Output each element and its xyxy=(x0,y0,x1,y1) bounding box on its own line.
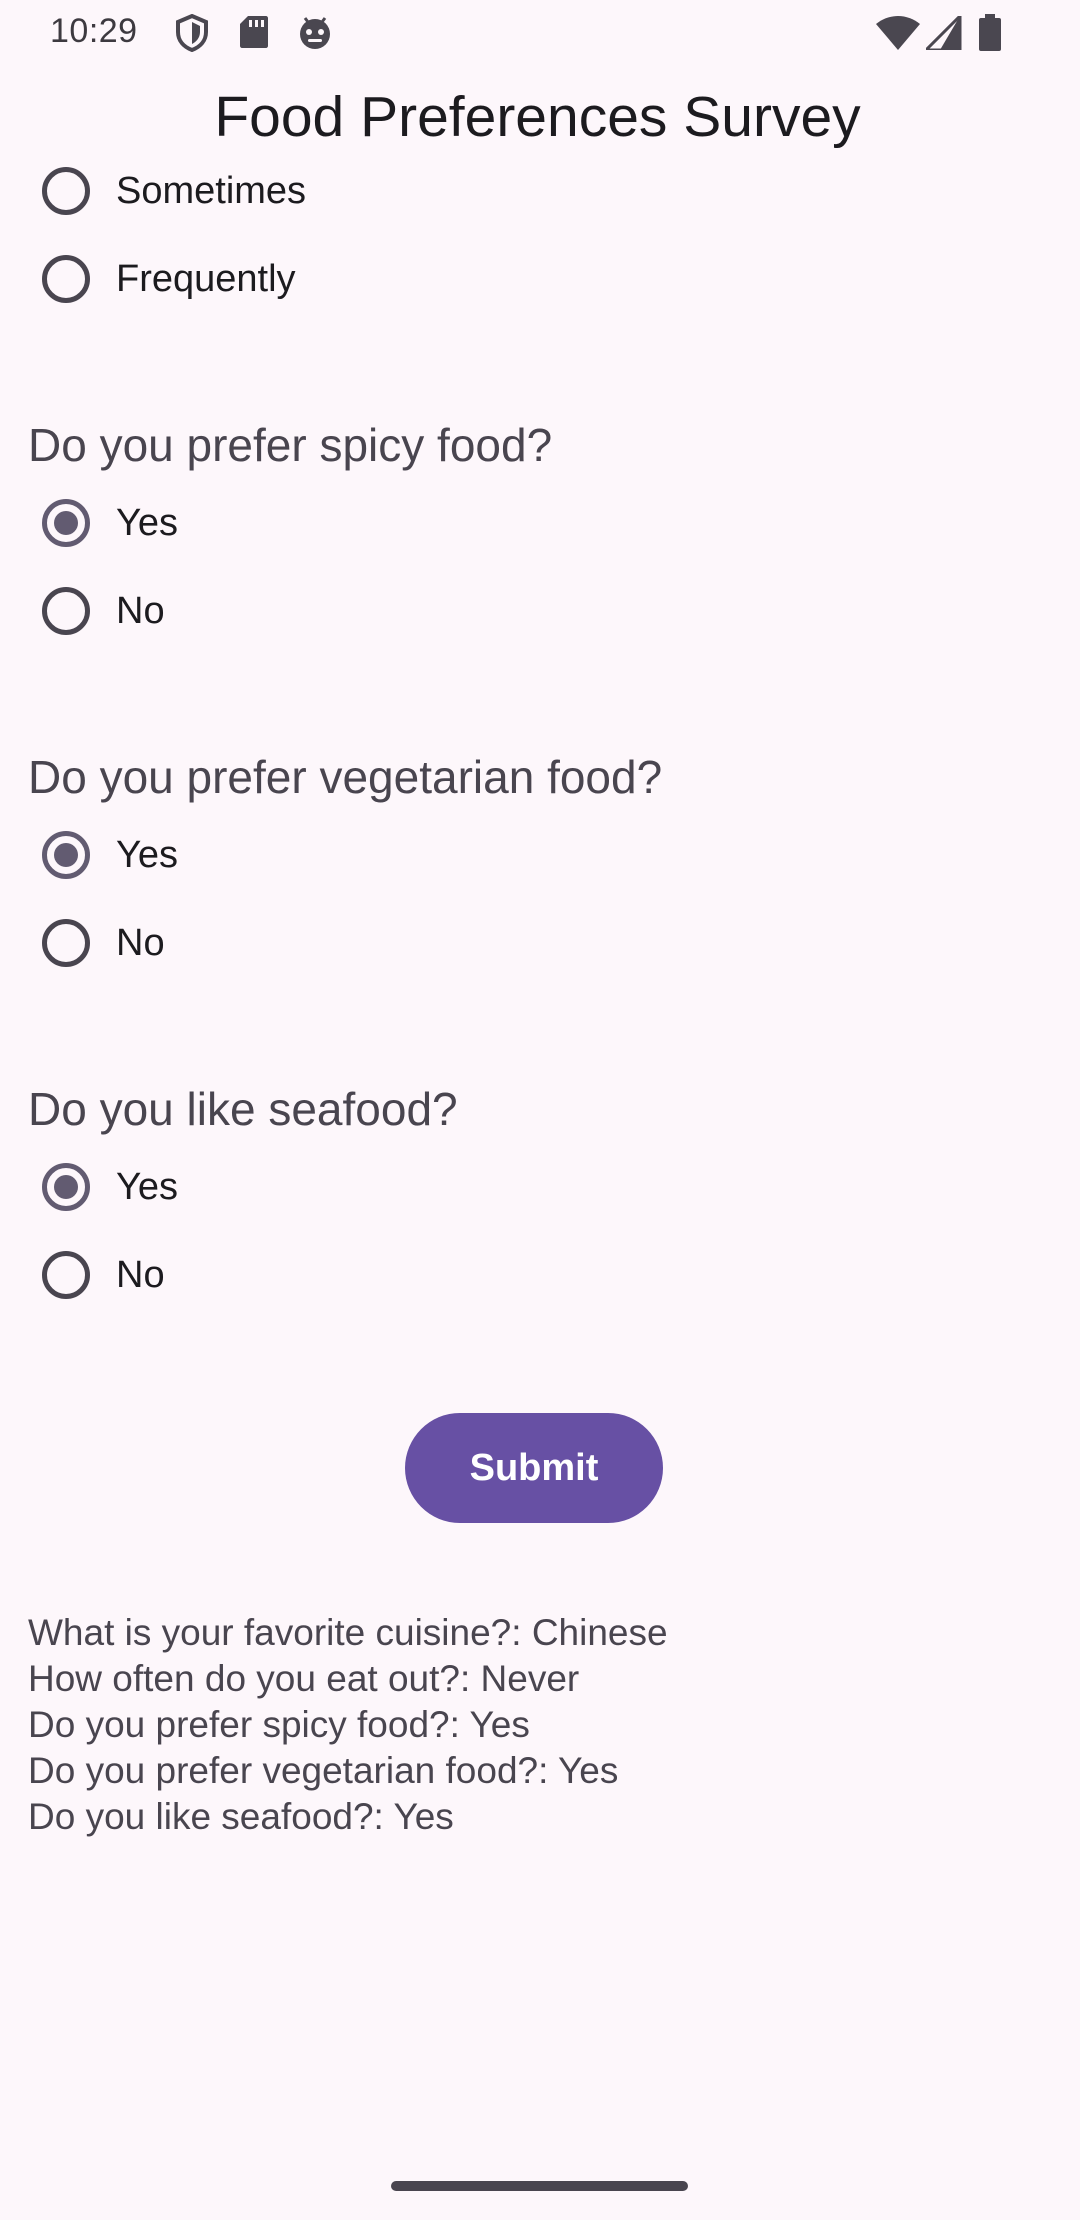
question-vegetarian: Do you prefer vegetarian food? xyxy=(28,751,663,803)
radio-button-selected[interactable] xyxy=(42,499,90,547)
option-label: Yes xyxy=(116,1165,178,1208)
radio-button[interactable] xyxy=(42,167,90,215)
android-debug-icon xyxy=(296,14,334,57)
radio-button[interactable] xyxy=(42,919,90,967)
result-line: Do you prefer spicy food?: Yes xyxy=(28,1704,530,1745)
survey-results: What is your favorite cuisine?: Chinese … xyxy=(28,1610,668,1840)
option-label: No xyxy=(116,1253,165,1296)
cell-signal-icon xyxy=(922,12,962,55)
option-frequently[interactable]: Frequently xyxy=(42,249,296,309)
submit-button[interactable]: Submit xyxy=(405,1413,663,1523)
question-spicy: Do you prefer spicy food? xyxy=(28,419,553,471)
radio-button-selected[interactable] xyxy=(42,1163,90,1211)
option-label: Sometimes xyxy=(116,169,307,212)
result-line: How often do you eat out?: Never xyxy=(28,1658,580,1699)
radio-button-selected[interactable] xyxy=(42,831,90,879)
option-label: Frequently xyxy=(116,257,296,300)
result-line: Do you prefer vegetarian food?: Yes xyxy=(28,1750,619,1791)
option-sometimes[interactable]: Sometimes xyxy=(42,161,306,221)
radio-button[interactable] xyxy=(42,587,90,635)
option-vegetarian-yes[interactable]: Yes xyxy=(42,825,178,885)
question-seafood: Do you like seafood? xyxy=(28,1083,458,1135)
option-vegetarian-no[interactable]: No xyxy=(42,913,165,973)
option-label: No xyxy=(116,921,165,964)
shield-icon xyxy=(174,13,210,57)
sd-card-icon xyxy=(238,14,270,55)
gesture-navigation-bar[interactable] xyxy=(391,2181,688,2191)
battery-icon xyxy=(978,14,1002,57)
option-spicy-yes[interactable]: Yes xyxy=(42,493,178,553)
page-title: Food Preferences Survey xyxy=(214,85,861,149)
radio-button[interactable] xyxy=(42,255,90,303)
result-line: What is your favorite cuisine?: Chinese xyxy=(28,1612,668,1653)
radio-button[interactable] xyxy=(42,1251,90,1299)
status-bar: 10:29 xyxy=(0,0,1080,66)
option-spicy-no[interactable]: No xyxy=(42,581,165,641)
option-label: Yes xyxy=(116,501,178,544)
option-label: No xyxy=(116,589,165,632)
wifi-icon xyxy=(876,16,920,55)
option-label: Yes xyxy=(116,833,178,876)
option-seafood-no[interactable]: No xyxy=(42,1245,165,1305)
result-line: Do you like seafood?: Yes xyxy=(28,1796,454,1837)
status-time: 10:29 xyxy=(50,12,138,50)
option-seafood-yes[interactable]: Yes xyxy=(42,1157,178,1217)
